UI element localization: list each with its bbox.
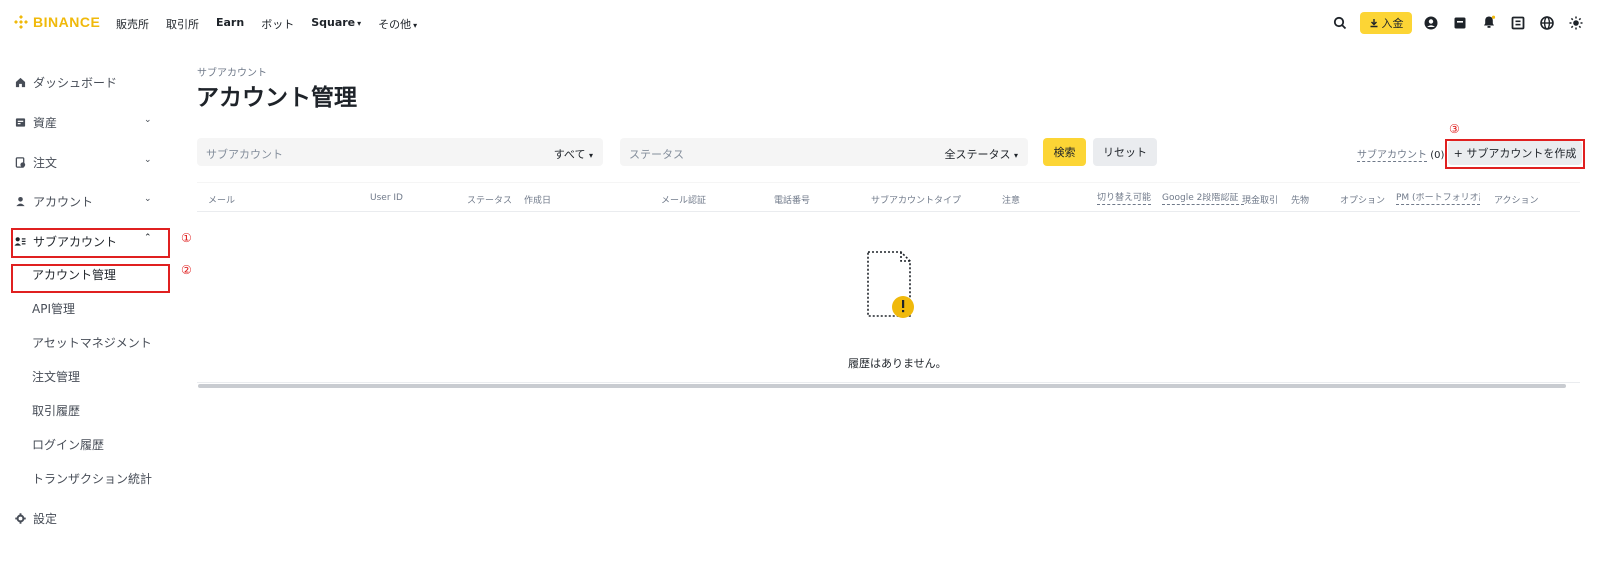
column-header: メール認証: [661, 196, 707, 206]
binance-logo[interactable]: BINANCE: [13, 14, 100, 30]
column-header: サブアカウントタイプ: [871, 196, 962, 206]
deposit-button[interactable]: 入金: [1360, 12, 1412, 34]
column-header: ステータス: [467, 196, 513, 206]
subaccount-filter-select[interactable]: すべて ▾: [554, 146, 593, 162]
chevron-down-icon: ▾: [413, 21, 418, 30]
sidebar-item-label: アカウント: [33, 195, 94, 209]
sidebar-subitem-trade-history[interactable]: 取引履歴: [32, 402, 80, 419]
caret-down-icon: ▾: [588, 151, 593, 160]
chevron-down-icon: ▾: [357, 19, 362, 28]
subaccount-count: サブアカウント (0): [1357, 146, 1445, 162]
chevron-down-icon[interactable]: ⌄: [144, 194, 152, 204]
subaccount-filter-placeholder: サブアカウント: [206, 148, 283, 161]
sidebar-item-dashboard[interactable]: ダッシュボード: [14, 74, 117, 91]
status-filter-value: 全ステータス: [944, 148, 1011, 161]
nav-item-earn[interactable]: Earn: [216, 16, 244, 32]
status-filter-placeholder: ステータス: [629, 148, 684, 161]
column-header: User ID: [370, 193, 403, 203]
sidebar-item-assets[interactable]: 資産: [14, 114, 57, 131]
annotation-3: ③: [1449, 122, 1460, 136]
sidebar-subitem-order-management[interactable]: 注文管理: [32, 368, 80, 385]
column-header: アクション: [1494, 196, 1539, 206]
sidebar-item-label: 設定: [33, 512, 58, 526]
column-header: メール: [208, 196, 236, 206]
sidebar-item-account[interactable]: アカウント: [14, 193, 93, 210]
page-title: アカウント管理: [196, 85, 357, 111]
breadcrumb[interactable]: サブアカウント: [197, 64, 267, 79]
empty-document-icon: [867, 251, 914, 318]
highlight-box-account-management: [11, 264, 170, 293]
search-icon[interactable]: [1333, 16, 1347, 30]
top-navigation: BINANCE 販売所 取引所 Earn ボット Square ▾ その他 ▾ 入金: [0, 0, 1600, 46]
sidebar-item-settings[interactable]: 設定: [14, 510, 57, 527]
theme-icon[interactable]: [1569, 16, 1583, 30]
nav-item-more-label: その他: [378, 18, 412, 31]
horizontal-scrollbar[interactable]: [198, 384, 1566, 388]
column-header: 電話番号: [774, 196, 811, 206]
search-button[interactable]: 検索: [1043, 138, 1086, 166]
user-icon: [14, 196, 26, 208]
wallet-icon: [14, 117, 26, 129]
chevron-down-icon[interactable]: ⌄: [144, 115, 152, 125]
column-header: 現金取引: [1242, 196, 1279, 206]
brand-name: BINANCE: [33, 14, 101, 30]
sidebar-item-orders[interactable]: 注文: [14, 154, 57, 171]
sidebar-subitem-asset-management[interactable]: アセットマネジメント: [32, 334, 152, 351]
column-header: オプション: [1340, 196, 1386, 206]
column-header: 先物: [1291, 196, 1310, 206]
column-header: 切り替え可能: [1097, 193, 1152, 205]
binance-logo-icon: [14, 15, 28, 29]
order-icon: [14, 157, 26, 169]
deposit-label: 入金: [1381, 17, 1404, 30]
column-header: PM (ポートフォリオ証: [1396, 193, 1480, 205]
nav-item-torihikijo[interactable]: 取引所: [166, 16, 199, 32]
highlight-box-subaccount: [11, 228, 170, 258]
sidebar-subitem-transaction-stats[interactable]: トランザクション統計: [32, 470, 152, 487]
table-header: メール User ID ステータス 作成日 メール認証 電話番号 サブアカウント…: [197, 182, 1580, 212]
home-icon: [14, 77, 26, 89]
profile-icon[interactable]: [1424, 16, 1438, 30]
status-filter-select[interactable]: 全ステータス ▾: [944, 146, 1018, 162]
nav-item-square-label: Square: [311, 16, 356, 29]
sidebar-subitem-login-history[interactable]: ログイン履歴: [32, 436, 104, 453]
bell-icon[interactable]: [1482, 15, 1496, 29]
caret-down-icon: ▾: [1013, 151, 1018, 160]
table-divider: [197, 382, 1580, 383]
main-nav: 販売所 取引所 Earn ボット Square ▾ その他 ▾: [116, 16, 434, 32]
gear-icon: [14, 513, 26, 525]
nav-item-square[interactable]: Square ▾: [311, 16, 361, 32]
nav-item-hanbaijo[interactable]: 販売所: [116, 16, 149, 32]
scan-icon[interactable]: [1511, 16, 1525, 30]
status-filter[interactable]: ステータス 全ステータス ▾: [620, 138, 1028, 166]
sidebar-item-label: 注文: [33, 156, 58, 170]
column-header: 注意: [1002, 196, 1021, 206]
subaccount-count-value: (0): [1430, 150, 1445, 161]
empty-message: 履歴はありません。: [848, 357, 947, 370]
chevron-down-icon[interactable]: ⌄: [144, 155, 152, 165]
subaccount-filter-value: すべて: [553, 148, 586, 161]
download-icon: [1370, 19, 1377, 28]
nav-item-bot[interactable]: ボット: [261, 16, 294, 32]
sidebar-item-label: 資産: [33, 116, 58, 130]
subaccount-filter[interactable]: サブアカウント すべて ▾: [197, 138, 603, 166]
annotation-2: ②: [181, 263, 192, 277]
globe-icon[interactable]: [1540, 16, 1554, 30]
subaccount-count-label: サブアカウント: [1357, 150, 1427, 162]
column-header: 作成日: [524, 196, 552, 206]
annotation-1: ①: [181, 231, 192, 245]
wallet-icon[interactable]: [1453, 16, 1467, 30]
sidebar-subitem-api-management[interactable]: API管理: [32, 300, 75, 317]
column-header: Google 2段階認証: [1162, 193, 1244, 205]
create-subaccount-button[interactable]: + サブアカウントを作成: [1448, 141, 1582, 165]
sidebar-item-label: ダッシュボード: [33, 76, 118, 90]
reset-button[interactable]: リセット: [1093, 138, 1157, 166]
nav-item-more[interactable]: その他 ▾: [378, 16, 417, 32]
